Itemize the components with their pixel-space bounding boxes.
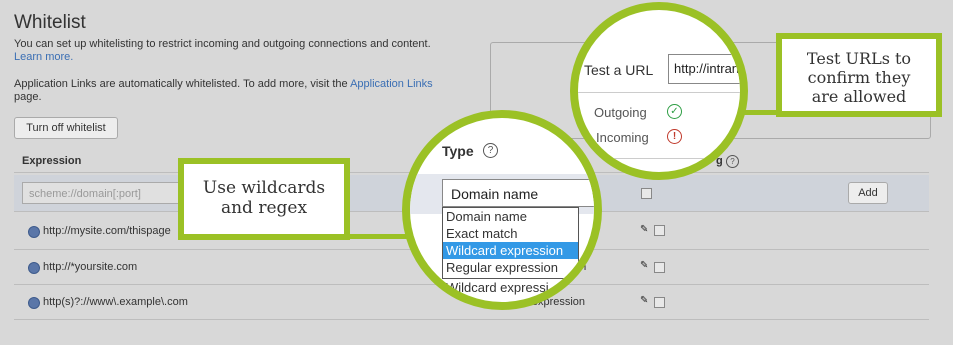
wildcards-callout: Use wildcards and regex: [178, 158, 350, 240]
panel-divider: [578, 92, 740, 93]
type-option-regex[interactable]: Regular expression: [443, 259, 578, 276]
globe-icon: [28, 262, 40, 274]
test-url-magnifier: Test a URL http://intranet.site.co Outgo…: [570, 2, 748, 180]
add-row-checkbox[interactable]: [641, 188, 652, 199]
page-description: You can set up whitelisting to restrict …: [14, 38, 431, 64]
turn-off-whitelist-button[interactable]: Turn off whitelist: [14, 117, 118, 139]
app-links-text: Application Links are automatically whit…: [14, 78, 348, 90]
row-divider: [14, 319, 929, 320]
globe-icon: [28, 297, 40, 309]
incoming-label: Incoming: [596, 130, 649, 145]
test-url-input[interactable]: http://intranet.site.co: [668, 54, 740, 84]
test-url-label: Test a URL: [584, 62, 654, 78]
check-circle-icon: ✓: [667, 104, 682, 119]
type-option-domain[interactable]: Domain name: [443, 208, 578, 225]
app-links-note: Application Links are automatically whit…: [14, 78, 474, 104]
type-option-exact[interactable]: Exact match: [443, 225, 578, 242]
learn-more-link[interactable]: Learn more.: [14, 51, 73, 63]
help-icon[interactable]: ?: [726, 155, 739, 168]
expression-column-header: Expression: [22, 155, 82, 167]
type-option-wildcard[interactable]: Wildcard expression: [443, 242, 578, 259]
type-select-value: Domain name: [451, 186, 539, 202]
type-dropdown-magnifier: Type ? Domain name ▼ Domain name Exact m…: [402, 110, 602, 310]
wildcards-callout-text: Use wildcards and regex: [202, 178, 326, 218]
edit-icon[interactable]: ✎: [640, 260, 648, 271]
description-text: You can set up whitelisting to restrict …: [14, 38, 431, 50]
page-title: Whitelist: [14, 12, 86, 33]
panel-divider: [578, 158, 740, 159]
row-checkbox[interactable]: [654, 225, 665, 236]
outgoing-label: Outgoing: [594, 105, 647, 120]
row-checkbox[interactable]: [654, 262, 665, 273]
globe-icon: [28, 226, 40, 238]
row-checkbox[interactable]: [654, 297, 665, 308]
application-links-link[interactable]: Application Links: [350, 78, 433, 90]
row-type-behind: Wildcard expressi: [446, 280, 549, 295]
row-expression: http://mysite.com/thispage: [43, 225, 171, 237]
edit-icon[interactable]: ✎: [640, 224, 648, 235]
row-expression: http(s)?://www\.example\.com: [43, 296, 188, 308]
row-expression: http://*yoursite.com: [43, 261, 138, 273]
type-select[interactable]: Domain name ▼: [442, 179, 594, 207]
help-icon[interactable]: ?: [483, 143, 498, 158]
add-button[interactable]: Add: [848, 182, 888, 204]
error-circle-icon: !: [667, 129, 682, 144]
test-urls-callout: Test URLs to confirm they are allowed: [776, 33, 942, 117]
type-column-header: Type: [442, 143, 474, 159]
edit-icon[interactable]: ✎: [640, 295, 648, 306]
type-options-list: Domain name Exact match Wildcard express…: [442, 207, 579, 279]
test-urls-callout-text: Test URLs to confirm they are allowed: [806, 49, 912, 106]
app-links-text-end: page.: [14, 91, 42, 103]
